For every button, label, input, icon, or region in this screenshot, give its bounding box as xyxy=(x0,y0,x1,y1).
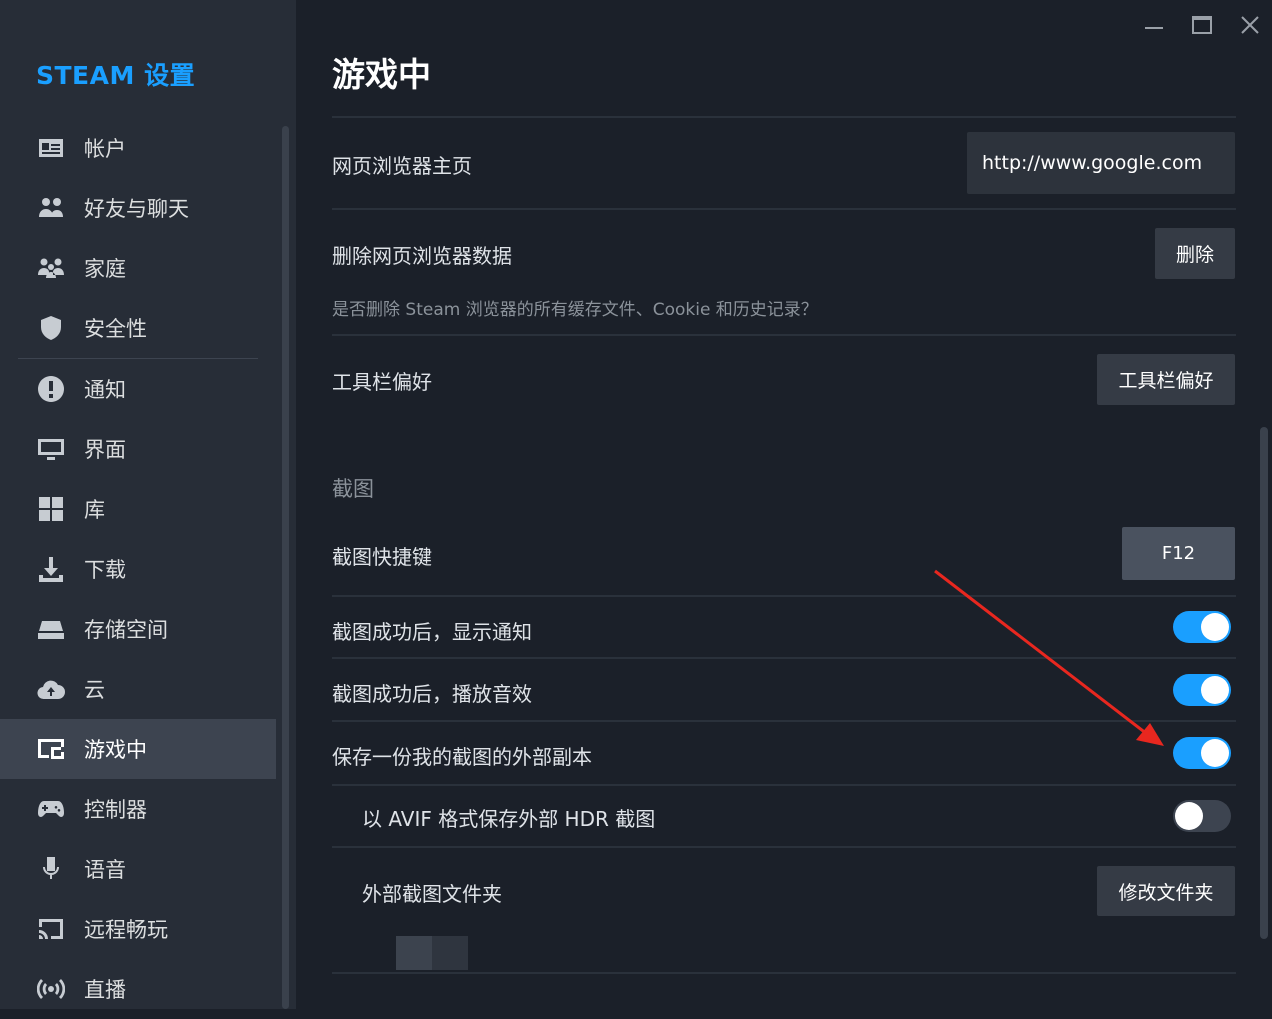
screenshot-hotkey-button[interactable]: F12 xyxy=(1122,527,1235,580)
external-folder-label: 外部截图文件夹 xyxy=(362,882,502,906)
toggle-knob xyxy=(1201,613,1229,641)
sidebar-item-broadcast[interactable]: 直播 xyxy=(0,959,276,1019)
divider xyxy=(332,846,1236,848)
minimize-icon xyxy=(1145,27,1163,29)
friends-icon xyxy=(36,193,66,223)
sidebar-item-label: 远程畅玩 xyxy=(84,918,168,942)
sidebar-item-security[interactable]: 安全性 xyxy=(0,298,276,358)
close-icon xyxy=(1241,16,1259,34)
sidebar-item-remote-play[interactable]: 远程畅玩 xyxy=(0,899,276,959)
sidebar-item-label: 云 xyxy=(84,678,105,702)
toggle-knob xyxy=(1175,802,1203,830)
screenshot-notify-toggle[interactable] xyxy=(1173,611,1231,643)
divider xyxy=(332,595,1236,597)
browser-home-label: 网页浏览器主页 xyxy=(332,154,472,178)
drive-icon xyxy=(36,614,66,644)
sidebar-item-label: 库 xyxy=(84,498,105,522)
toolbar-preferences-label: 工具栏偏好 xyxy=(332,370,432,394)
sidebar-item-account[interactable]: 帐户 xyxy=(0,118,276,178)
screenshots-section-title: 截图 xyxy=(332,477,374,501)
sidebar-item-friends[interactable]: 好友与聊天 xyxy=(0,178,276,238)
sidebar-item-notifications[interactable]: 通知 xyxy=(0,359,276,419)
monitor-icon xyxy=(36,434,66,464)
folder-path-redacted xyxy=(396,936,468,970)
delete-browser-data-description: 是否删除 Steam 浏览器的所有缓存文件、Cookie 和历史记录？ xyxy=(332,300,818,320)
download-icon xyxy=(36,554,66,584)
toolbar-preferences-button[interactable]: 工具栏偏好 xyxy=(1097,354,1235,405)
sidebar-item-label: 界面 xyxy=(84,438,126,462)
sidebar-item-label: 下载 xyxy=(84,558,126,582)
sidebar-item-library[interactable]: 库 xyxy=(0,479,276,539)
sidebar-item-family[interactable]: 家庭 xyxy=(0,238,276,298)
browser-home-input[interactable]: http://www.google.com xyxy=(967,132,1235,194)
external-copy-toggle[interactable] xyxy=(1173,737,1231,769)
sidebar-item-label: 安全性 xyxy=(84,317,147,341)
account-card-icon xyxy=(36,133,66,163)
shield-icon xyxy=(36,313,66,343)
settings-brand-title: STEAM 设置 xyxy=(36,61,196,90)
sidebar-item-label: 家庭 xyxy=(84,257,126,281)
sidebar-item-label: 帐户 xyxy=(84,137,126,161)
sidebar-scrollbar[interactable] xyxy=(282,126,289,1009)
sidebar-nav: 帐户 好友与聊天 家庭 安全性 通知 界面 库 下载 存储空间 云 游戏中 控制… xyxy=(0,118,276,1019)
maximize-button[interactable] xyxy=(1184,10,1220,40)
toggle-knob xyxy=(1201,676,1229,704)
main-scrollbar[interactable] xyxy=(1260,427,1268,939)
sidebar-item-downloads[interactable]: 下载 xyxy=(0,539,276,599)
external-copy-label: 保存一份我的截图的外部副本 xyxy=(332,745,592,769)
in-game-icon xyxy=(36,734,66,764)
divider xyxy=(332,208,1236,210)
change-folder-button[interactable]: 修改文件夹 xyxy=(1097,866,1235,916)
screenshot-sound-toggle[interactable] xyxy=(1173,674,1231,706)
screenshot-sound-label: 截图成功后，播放音效 xyxy=(332,682,532,706)
alert-icon xyxy=(36,374,66,404)
broadcast-icon xyxy=(36,974,66,1004)
toggle-knob xyxy=(1201,739,1229,767)
minimize-button[interactable] xyxy=(1136,10,1172,40)
sidebar-item-storage[interactable]: 存储空间 xyxy=(0,599,276,659)
sidebar-item-in-game[interactable]: 游戏中 xyxy=(0,719,276,779)
divider xyxy=(332,657,1236,659)
divider xyxy=(332,720,1236,722)
sidebar-item-label: 存储空间 xyxy=(84,618,168,642)
sidebar-item-controller[interactable]: 控制器 xyxy=(0,779,276,839)
avif-hdr-toggle[interactable] xyxy=(1173,800,1231,832)
maximize-icon xyxy=(1192,16,1212,34)
close-button[interactable] xyxy=(1232,10,1268,40)
sidebar: STEAM 设置 帐户 好友与聊天 家庭 安全性 通知 界面 库 下载 存储空间… xyxy=(0,0,296,1009)
divider xyxy=(332,334,1236,336)
page-title: 游戏中 xyxy=(332,55,431,94)
sidebar-item-voice[interactable]: 语音 xyxy=(0,839,276,899)
grid-icon xyxy=(36,494,66,524)
family-icon xyxy=(36,253,66,283)
divider xyxy=(332,116,1236,118)
sidebar-item-label: 好友与聊天 xyxy=(84,197,189,221)
sidebar-item-label: 游戏中 xyxy=(84,738,147,762)
screenshot-hotkey-label: 截图快捷键 xyxy=(332,545,432,569)
sidebar-item-label: 控制器 xyxy=(84,798,147,822)
cast-icon xyxy=(36,914,66,944)
divider xyxy=(332,784,1236,786)
controller-icon xyxy=(36,794,66,824)
sidebar-item-label: 语音 xyxy=(84,858,126,882)
delete-button[interactable]: 删除 xyxy=(1155,228,1235,279)
avif-hdr-label: 以 AVIF 格式保存外部 HDR 截图 xyxy=(362,807,656,831)
screenshot-notify-label: 截图成功后，显示通知 xyxy=(332,620,532,644)
sidebar-item-label: 直播 xyxy=(84,978,126,1002)
sidebar-item-label: 通知 xyxy=(84,378,126,402)
divider xyxy=(332,972,1236,974)
microphone-icon xyxy=(36,854,66,884)
cloud-icon xyxy=(36,674,66,704)
sidebar-item-interface[interactable]: 界面 xyxy=(0,419,276,479)
delete-browser-data-label: 删除网页浏览器数据 xyxy=(332,244,512,268)
sidebar-item-cloud[interactable]: 云 xyxy=(0,659,276,719)
